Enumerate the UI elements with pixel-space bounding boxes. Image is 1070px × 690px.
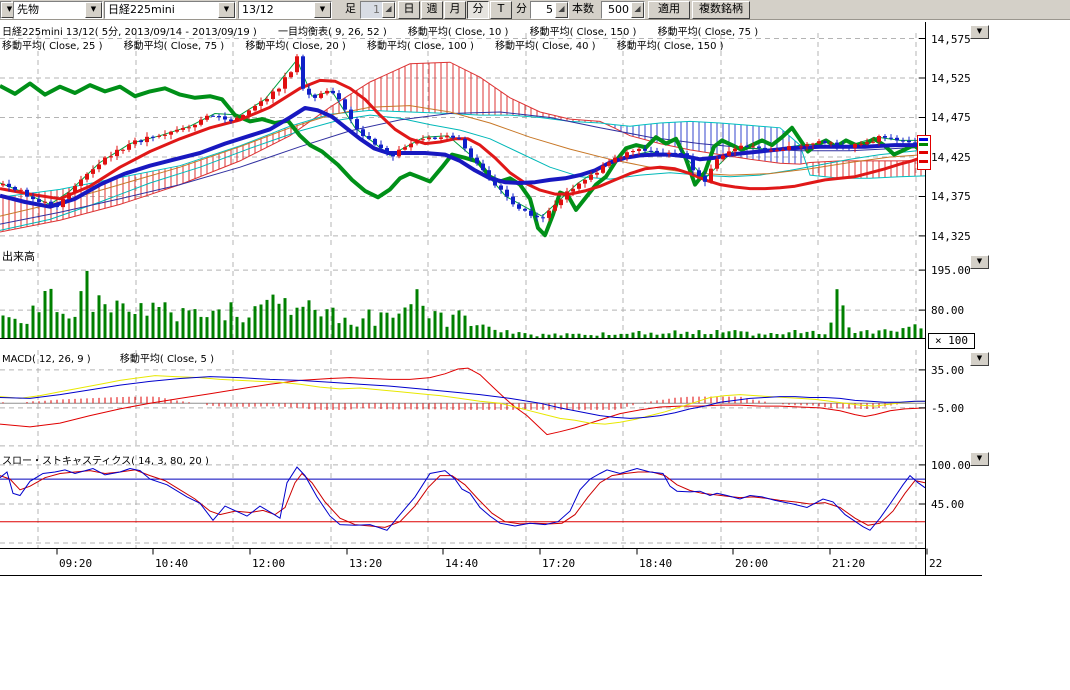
price-axis-label: 14,375 xyxy=(931,190,971,203)
time-axis-label: 09:20 xyxy=(59,557,92,570)
indicator-legend-line2: 移動平均( Close, 25 ) 移動平均( Close, 75 ) 移動平均… xyxy=(2,37,742,52)
price-axis-label: 14,425 xyxy=(931,151,971,164)
stoch-axis-label: 45.00 xyxy=(931,498,964,511)
macd-scale-button[interactable]: ▼ xyxy=(970,352,989,366)
legend-item: 移動平均( Close, 75 ) xyxy=(124,37,224,52)
chevron-down-icon[interactable]: ▼ xyxy=(314,2,331,18)
axis-lines xyxy=(0,22,982,576)
stoch-scale-button[interactable]: ▼ xyxy=(970,452,989,466)
volume-bars xyxy=(0,271,925,339)
chevron-down-icon[interactable]: ▼ xyxy=(218,2,235,18)
spinner-icon[interactable]: ◢ xyxy=(382,2,395,18)
time-axis-label: 14:40 xyxy=(445,557,478,570)
period-minute-button[interactable]: 分 xyxy=(467,1,489,19)
volume-multiplier-badge: × 100 xyxy=(928,333,975,349)
bar-interval-value: 1 xyxy=(361,2,382,18)
time-axis-label: 13:20 xyxy=(349,557,382,570)
chevron-down-icon[interactable]: ▼ xyxy=(85,2,102,18)
bar-interval-stepper[interactable]: 1 ◢ xyxy=(360,1,396,19)
category-combo-value: 先物 xyxy=(14,2,85,18)
macd-axis-label: -5.00 xyxy=(931,402,964,415)
time-axis-label: 17:20 xyxy=(542,557,575,570)
legend-item: 移動平均( Close, 100 ) xyxy=(367,37,474,52)
macd-axis-label: 35.00 xyxy=(931,364,964,377)
contract-combo-value: 13/12 xyxy=(239,2,314,18)
legend-item: 一目均衡表( 9, 26, 52 ) xyxy=(278,23,387,38)
legend-item: 移動平均( Close, 150 ) xyxy=(617,37,724,52)
time-axis-label: 21:20 xyxy=(832,557,865,570)
time-axis-label: 12:00 xyxy=(252,557,285,570)
marker-green xyxy=(919,143,928,146)
minute-value: 5 xyxy=(531,2,555,18)
period-tick-button[interactable]: T xyxy=(490,1,512,19)
macd-plot xyxy=(0,368,925,435)
period-month-button[interactable]: 月 xyxy=(444,1,466,19)
legend-item: 移動平均( Close, 150 ) xyxy=(530,23,637,38)
legend-item: 日経225mini 13/12( 5分, 2013/09/14 - 2013/0… xyxy=(2,23,257,38)
contract-month-combo[interactable]: 13/12 ▼ xyxy=(238,1,332,19)
minute-label: 分 xyxy=(516,1,527,17)
chart-application: ▼ 先物 ▼ 日経225mini ▼ 13/12 ▼ 足 1 ◢ 日 週 月 分… xyxy=(0,0,1070,690)
macd-params: MACD( 12, 26, 9 ) xyxy=(2,354,91,365)
marker-red xyxy=(919,151,928,154)
price-axis-label: 14,525 xyxy=(931,72,971,85)
period-week-button[interactable]: 週 xyxy=(421,1,443,19)
marker-blue xyxy=(919,138,928,141)
apply-button[interactable]: 適用 xyxy=(648,1,690,19)
marker-red2 xyxy=(919,160,928,163)
bar-count-value: 500 xyxy=(602,2,631,18)
legend-item: 移動平均( Close, 40 ) xyxy=(495,37,595,52)
time-axis-label: 22 xyxy=(929,557,942,570)
stochastics-plot xyxy=(0,467,925,530)
moving-average-lines xyxy=(0,60,925,235)
period-day-button[interactable]: 日 xyxy=(398,1,420,19)
minute-stepper[interactable]: 5 ◢ xyxy=(530,1,569,19)
symbol-combo[interactable]: 日経225mini ▼ xyxy=(104,1,236,19)
macd-ma-params: 移動平均( Close, 5 ) xyxy=(120,350,214,365)
bar-count-stepper[interactable]: 500 ◢ xyxy=(601,1,645,19)
legend-item: 移動平均( Close, 20 ) xyxy=(245,37,345,52)
indicator-legend-line1: 日経225mini 13/12( 5分, 2013/09/14 - 2013/0… xyxy=(2,23,776,38)
legend-item: 移動平均( Close, 10 ) xyxy=(408,23,508,38)
symbol-combo-value: 日経225mini xyxy=(105,2,218,18)
volume-scale-button[interactable]: ▼ xyxy=(970,255,989,269)
price-axis-label: 14,575 xyxy=(931,33,971,46)
time-axis-label: 18:40 xyxy=(639,557,672,570)
multi-symbol-button[interactable]: 複数銘柄 xyxy=(692,1,750,19)
left-clipped-combo[interactable]: ▼ xyxy=(0,1,12,19)
time-axis-label: 10:40 xyxy=(155,557,188,570)
stoch-axis-label: 100.00 xyxy=(931,459,971,472)
current-price-marker xyxy=(917,135,931,170)
spinner-icon[interactable]: ◢ xyxy=(555,2,568,18)
category-combo[interactable]: 先物 ▼ xyxy=(13,1,103,19)
volume-panel-label: 出来高 xyxy=(2,248,35,264)
spinner-icon[interactable]: ◢ xyxy=(631,2,644,18)
legend-item: 移動平均( Close, 25 ) xyxy=(2,37,102,52)
time-axis-label: 20:00 xyxy=(735,557,768,570)
volume-axis-label: 80.00 xyxy=(931,304,964,317)
stochastics-panel-label: スロー・ストキャスティクス( 14, 3, 80, 20 ) xyxy=(2,452,209,467)
volume-axis-label: 195.00 xyxy=(931,264,971,277)
bar-type-label: 足 xyxy=(345,1,356,17)
legend-item: 移動平均( Close, 75 ) xyxy=(658,23,758,38)
price-axis-label: 14,475 xyxy=(931,111,971,124)
price-scale-button[interactable]: ▼ xyxy=(970,25,989,39)
toolbar: ▼ 先物 ▼ 日経225mini ▼ 13/12 ▼ 足 1 ◢ 日 週 月 分… xyxy=(0,0,1070,20)
price-axis-label: 14,325 xyxy=(931,230,971,243)
macd-panel-label: MACD( 12, 26, 9 ) 移動平均( Close, 5 ) xyxy=(2,350,232,365)
chart-area[interactable]: 日経225mini 13/12( 5分, 2013/09/14 - 2013/0… xyxy=(0,0,1070,690)
bar-count-label: 本数 xyxy=(572,1,594,17)
chart-canvas[interactable] xyxy=(0,0,1070,690)
